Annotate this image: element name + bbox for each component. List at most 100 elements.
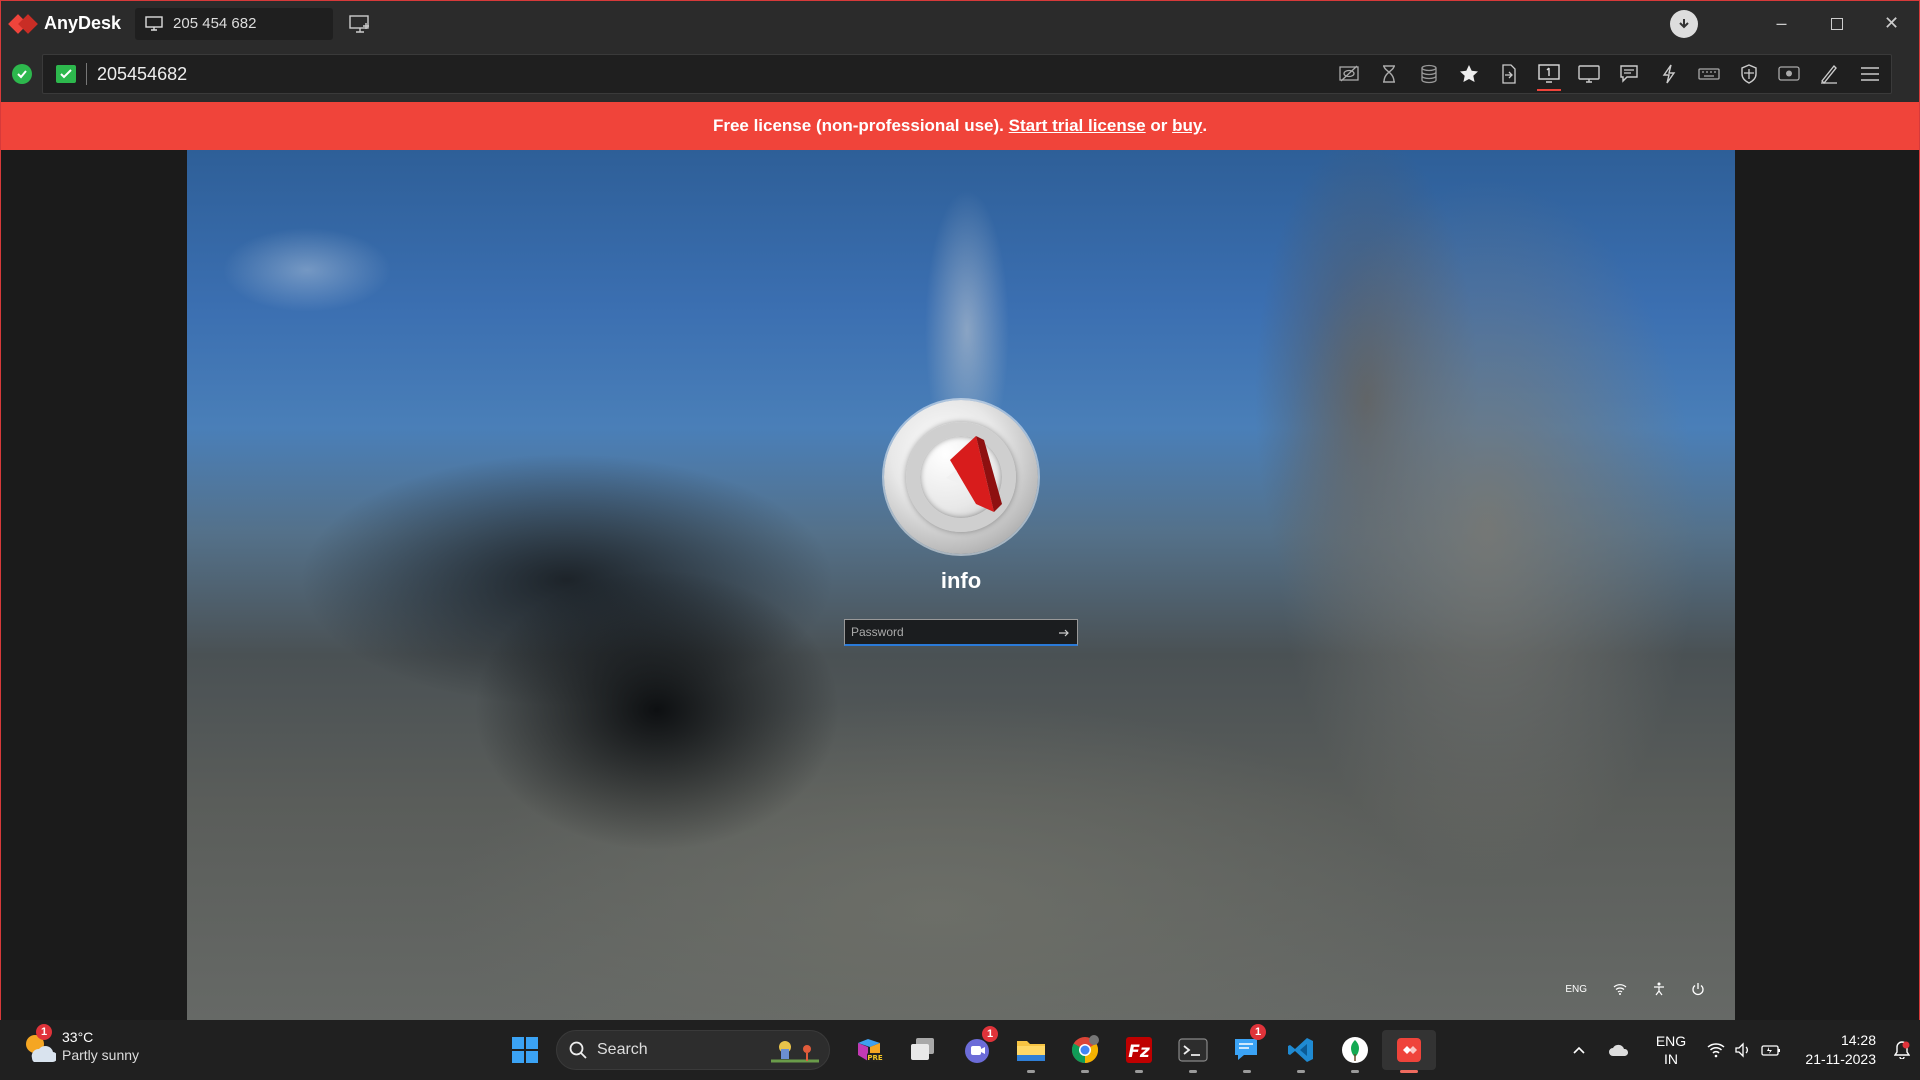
main-menu-button[interactable]	[1849, 55, 1891, 93]
anydesk-app[interactable]	[1382, 1030, 1436, 1073]
title-bar: AnyDesk 205 454 682 – ✕	[1, 1, 1919, 46]
language-code: ENG	[1655, 1033, 1687, 1049]
weather-widget[interactable]: 1 33°C Partly sunny	[22, 1023, 139, 1063]
search-placeholder: Search	[597, 1041, 648, 1058]
remote-screen[interactable]: info ENG	[187, 150, 1735, 1020]
password-box[interactable]	[844, 619, 1078, 646]
license-or-text: or	[1145, 116, 1173, 135]
task-view-icon	[911, 1038, 934, 1060]
start-button[interactable]	[498, 1030, 552, 1070]
download-button[interactable]	[1670, 9, 1698, 38]
user-avatar	[884, 400, 1038, 554]
language-indicator[interactable]: ENG IN	[1640, 1020, 1702, 1080]
system-tray: ENG IN 14:28 21-11-2023	[1560, 1020, 1920, 1080]
pen-icon	[1821, 64, 1837, 84]
wifi-icon	[1707, 1043, 1725, 1058]
onedrive-button[interactable]	[1598, 1020, 1640, 1080]
start-trial-link[interactable]: Start trial license	[1009, 116, 1146, 136]
lock-screen-tray: ENG	[1565, 982, 1705, 996]
clock-time: 14:28	[1840, 1032, 1876, 1048]
display-settings-button[interactable]	[1569, 55, 1609, 93]
remote-desktop-area: info ENG	[1, 150, 1919, 1020]
submit-password-button[interactable]	[1055, 624, 1073, 642]
teams-chat-app[interactable]: 1	[950, 1026, 1004, 1070]
keyboard-icon	[1698, 68, 1720, 80]
chat-icon	[1620, 65, 1638, 83]
chat-button[interactable]	[1609, 55, 1649, 93]
partly-sunny-icon: 1	[22, 1023, 58, 1062]
power-icon[interactable]	[1691, 982, 1705, 996]
copilot-pre-icon: PRE	[858, 1039, 883, 1062]
license-text: Free license (non-professional use).	[712, 116, 1009, 135]
record-button[interactable]	[1769, 55, 1809, 93]
svg-text:Fz: Fz	[1128, 1042, 1150, 1062]
avatar-logo-icon	[946, 436, 1002, 512]
actions-button[interactable]	[1649, 55, 1689, 93]
session-toolbar	[1329, 55, 1891, 93]
taskbar-search[interactable]: Search	[556, 1030, 830, 1070]
lock-screen-username: info	[940, 568, 982, 593]
messaging-app[interactable]: 1	[1220, 1024, 1274, 1073]
wifi-icon[interactable]	[1613, 983, 1627, 995]
weather-badge: 1	[36, 1023, 52, 1040]
anydesk-logo-icon	[8, 13, 38, 34]
minimize-icon: –	[1776, 13, 1787, 33]
show-hidden-icons-button[interactable]	[1560, 1020, 1598, 1080]
session-timer-button[interactable]	[1369, 55, 1409, 93]
keyboard-button[interactable]	[1689, 55, 1729, 93]
record-icon	[1778, 66, 1800, 81]
volume-icon	[1735, 1042, 1748, 1058]
teams-badge: 1	[982, 1026, 998, 1042]
task-view-app[interactable]	[896, 1030, 950, 1070]
permissions-button[interactable]	[1729, 55, 1769, 93]
whiteboard-button[interactable]	[1809, 55, 1849, 93]
mongodb-compass-app[interactable]	[1328, 1030, 1382, 1073]
close-button[interactable]: ✕	[1864, 1, 1919, 46]
file-transfer-button[interactable]	[1489, 55, 1529, 93]
app-brand: AnyDesk	[1, 1, 121, 46]
vscode-app[interactable]	[1274, 1030, 1328, 1073]
file-transfer-icon	[1502, 64, 1516, 84]
chrome-app[interactable]	[1058, 1030, 1112, 1073]
verified-check-icon	[56, 65, 76, 83]
quick-settings-button[interactable]	[1702, 1020, 1786, 1080]
address-value: 205454682	[97, 63, 188, 84]
monitor-select-button[interactable]	[1529, 55, 1569, 93]
hourglass-icon	[1383, 65, 1395, 83]
hamburger-icon	[1861, 67, 1879, 81]
minimize-button[interactable]: –	[1754, 1, 1809, 46]
copilot-app[interactable]: PRE	[842, 1030, 896, 1070]
database-button[interactable]	[1409, 55, 1449, 93]
lock-screen-language[interactable]: ENG	[1565, 984, 1587, 995]
privacy-mode-button[interactable]	[1329, 55, 1369, 93]
session-tab[interactable]: 205 454 682	[135, 7, 334, 40]
password-input[interactable]	[845, 625, 1045, 639]
address-separator	[86, 63, 87, 85]
notifications-button[interactable]	[1884, 1020, 1920, 1080]
filezilla-app[interactable]: Fz	[1112, 1030, 1166, 1073]
accessibility-icon[interactable]	[1653, 982, 1665, 996]
terminal-app[interactable]	[1166, 1030, 1220, 1073]
favorite-button[interactable]	[1449, 55, 1489, 93]
battery-icon	[1761, 1045, 1780, 1056]
buy-link[interactable]: buy	[1172, 116, 1202, 136]
windows-start-icon	[512, 1037, 538, 1063]
address-field[interactable]: 205454682	[42, 54, 1892, 94]
maximize-button[interactable]	[1809, 1, 1864, 46]
new-tab-button[interactable]	[345, 9, 375, 39]
session-tab-label: 205 454 682	[173, 15, 257, 32]
vscode-icon	[1288, 1038, 1313, 1062]
anydesk-taskbar-icon	[1397, 1038, 1421, 1062]
connection-ok-icon	[12, 64, 32, 84]
search-highlight-icon	[771, 1041, 819, 1063]
anydesk-window: AnyDesk 205 454 682 – ✕ 205454682 Free l…	[0, 0, 1920, 1020]
chrome-icon	[1071, 1035, 1099, 1064]
shield-icon	[1741, 64, 1757, 84]
close-icon: ✕	[1883, 13, 1900, 33]
database-icon	[1421, 64, 1437, 84]
display-icon	[1578, 65, 1600, 83]
monitor-one-icon	[1538, 64, 1560, 83]
clock-button[interactable]: 14:28 21-11-2023	[1786, 1020, 1884, 1080]
new-session-icon	[349, 14, 370, 33]
file-explorer-app[interactable]	[1004, 1030, 1058, 1073]
